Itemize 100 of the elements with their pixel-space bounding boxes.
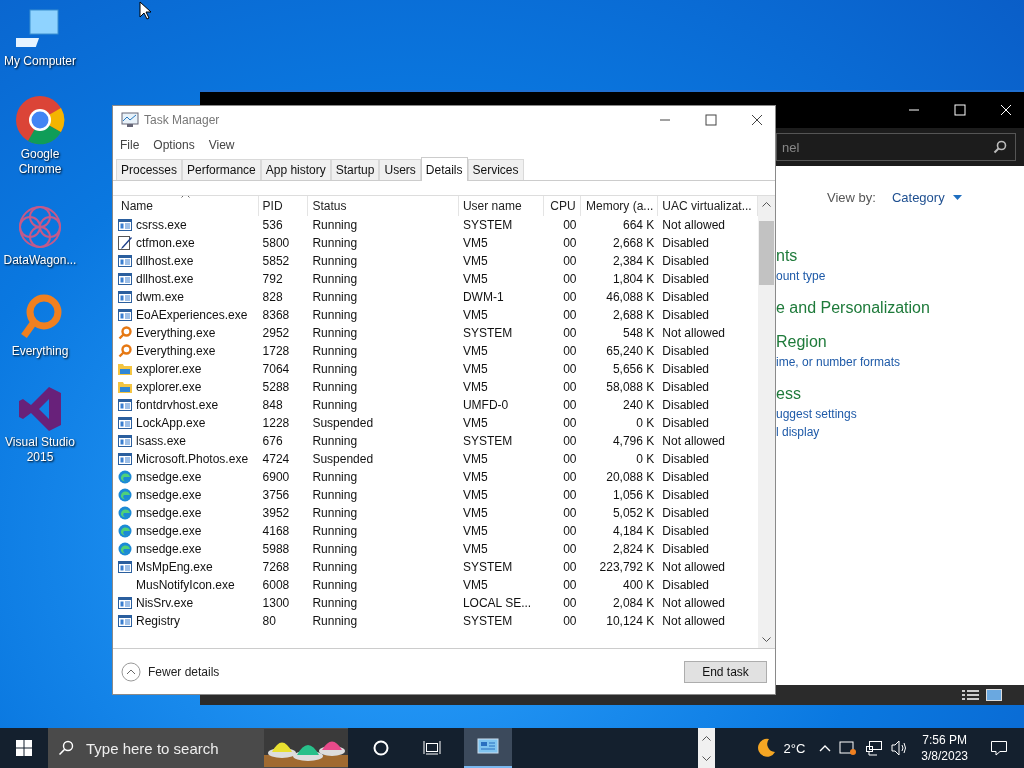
table-cell: SYSTEM [462,218,513,232]
category-link[interactable]: uggest settings [776,405,857,423]
notification-icon[interactable] [990,740,1008,756]
tab[interactable]: Startup [330,159,380,180]
fewer-details-link[interactable]: Fewer details [148,664,220,679]
circle-logo-icon[interactable] [15,95,65,145]
table-cell: 3952 [262,506,290,520]
table-cell: Not allowed [662,326,725,340]
clock-date[interactable]: 3/8/2023 [921,748,968,764]
chevron-down-icon[interactable] [702,755,712,761]
swirl-logo-icon [118,488,132,502]
tab[interactable]: Users [379,159,421,180]
category-heading[interactable]: Region [776,331,827,353]
scrollbar[interactable] [758,196,775,648]
column-header[interactable]: User name [462,199,522,213]
table-cell: 4,184 K [612,524,655,538]
desktop-icon-label[interactable]: Google Chrome [18,147,62,177]
desktop-icon-label[interactable]: DataWagon... [3,253,77,268]
table-cell: msedge.exe [136,542,202,556]
menu-item[interactable]: File [120,138,140,152]
control-panel-taskbar-button[interactable] [464,728,512,768]
tab[interactable]: Details [420,157,468,181]
table-cell: 00 [563,326,577,340]
search-field[interactable]: Type here to search [84,738,254,758]
search-box[interactable]: nel [776,133,1016,161]
cortana-circle-icon[interactable] [373,740,389,756]
caret-icon[interactable] [952,195,962,200]
category-link[interactable]: l display [776,423,820,441]
collapse-icon[interactable] [121,661,141,682]
infinity-logo-icon[interactable] [17,385,63,433]
menu-item[interactable]: View [208,138,235,152]
desktop-icon-label[interactable]: Visual Studio 2015 [5,435,75,465]
chevron-up-icon[interactable] [702,735,712,741]
tiles-view-icon[interactable] [986,689,1002,701]
column-header[interactable]: Name [121,199,153,213]
menu-item[interactable]: Options [153,138,195,152]
table-cell: 3756 [262,488,290,502]
window-title: Task Manager [144,113,220,127]
view-by-dropdown[interactable]: Category [891,190,945,205]
table-cell: 20,088 K [606,470,655,484]
tab[interactable]: Performance [182,159,261,180]
table-cell: 1,804 K [612,272,655,286]
desktop-icon-label[interactable]: Everything [11,344,69,359]
table-cell: 00 [563,218,577,232]
tab[interactable]: App history [260,159,331,180]
search-box[interactable]: Type here to search [48,728,348,768]
table-cell: 10,124 K [606,614,655,628]
column-header[interactable]: CPU [550,199,576,213]
search-field[interactable]: nel [779,139,993,155]
scroll-down-icon[interactable] [762,637,771,642]
table-cell: 00 [563,272,577,286]
table-cell: 00 [563,596,577,610]
table-cell: 548 K [622,326,655,340]
task-view-icon[interactable] [423,740,441,756]
table-cell: Disabled [662,380,709,394]
clock-time[interactable]: 7:56 PM [922,732,967,748]
moon-icon[interactable] [755,737,778,759]
table-cell: Disabled [662,272,709,286]
table-cell: 00 [563,362,577,376]
maximize-icon[interactable] [705,114,717,126]
category-heading[interactable]: ess [776,383,801,405]
desktop-icon-label[interactable]: My Computer [4,54,76,69]
windows-start-icon[interactable] [16,740,32,756]
table-cell: 4724 [262,452,290,466]
category-heading[interactable]: nts [776,245,798,267]
table-cell: Running [312,380,358,394]
column-header[interactable]: Status [312,199,347,213]
network-icon[interactable] [865,740,884,756]
taskbar-scroller[interactable] [698,728,716,768]
details-view-icon[interactable] [962,689,980,701]
table-cell: Disabled [662,470,709,484]
column-header[interactable]: PID [262,199,283,213]
table-cell: 00 [563,416,577,430]
table-cell: SYSTEM [462,560,513,574]
table-cell: msedge.exe [136,506,202,520]
table-cell: VM5 [462,344,488,358]
table-cell: Not allowed [662,614,725,628]
table-cell: VM5 [462,236,488,250]
scrollbar-thumb[interactable] [759,221,774,285]
scroll-up-icon[interactable] [762,202,771,207]
table-cell: 5,656 K [612,362,655,376]
table-cell: 0 K [636,452,655,466]
table-cell: Running [312,344,358,358]
tab[interactable]: Processes [116,159,183,180]
column-header[interactable]: UAC virtualizat... [662,199,752,213]
column-header[interactable]: Memory (a... [586,199,654,213]
table-cell: VM5 [462,362,488,376]
table-cell: Running [312,236,358,250]
table-cell: 1,056 K [612,488,655,502]
weather-temperature[interactable]: 2°C [783,740,806,756]
end-task-button[interactable]: End task [684,660,767,683]
app-window-icon [118,597,132,609]
table-cell: Running [312,272,358,286]
tab[interactable]: Services [467,159,524,180]
close-icon[interactable] [751,114,763,126]
security-icon[interactable] [839,740,858,756]
category-link[interactable]: ount type [776,267,826,285]
category-heading[interactable]: e and Personalization [776,297,930,319]
table-cell: 676 [262,434,283,448]
category-link[interactable]: ime, or number formats [776,353,901,371]
